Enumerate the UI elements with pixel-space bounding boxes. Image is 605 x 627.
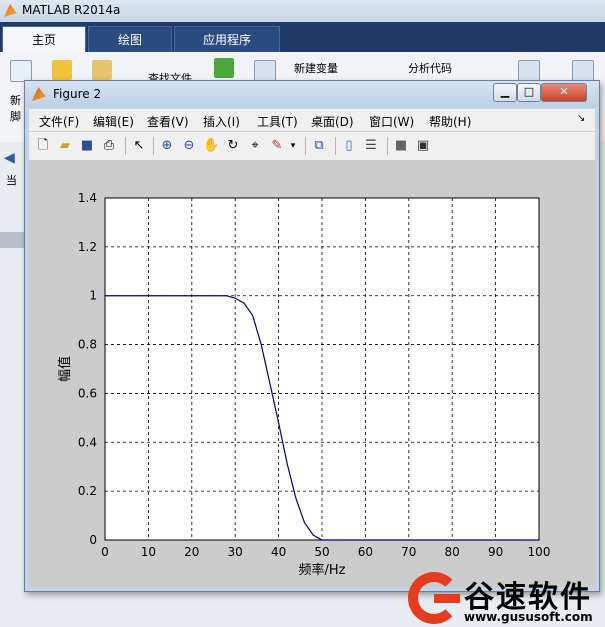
- close-button[interactable]: ✕: [541, 83, 587, 102]
- y-axis-label: 幅值: [57, 356, 73, 382]
- tab-apps[interactable]: 应用程序: [174, 26, 280, 53]
- figure-window: Figure 2 ▁ □ ✕ 文件(F) 编辑(E) 查看(V) 插入(I) 工…: [24, 80, 600, 592]
- rotate-3d-icon[interactable]: ↻: [225, 138, 241, 154]
- x-tick-label: 90: [488, 545, 503, 559]
- y-tick-label: 0: [89, 533, 97, 547]
- figure-titlebar[interactable]: Figure 2 ▁ □ ✕: [25, 81, 599, 107]
- new-figure-icon[interactable]: 🗋: [35, 138, 51, 154]
- back-arrow-icon[interactable]: ◀: [4, 150, 15, 166]
- matlab-logo-icon: [32, 87, 46, 101]
- menu-edit[interactable]: 编辑(E): [93, 113, 134, 130]
- figure-toolbar: 🗋 ▰ ■ ⎙ ↖ ⊕ ⊖ ✋ ↻ ⌖ ✎ ▾ ⧉ ▯ ☰ ■ ▣: [29, 132, 595, 161]
- ribbon-script-label: 脚: [10, 110, 21, 123]
- x-tick-label: 0: [101, 545, 109, 559]
- current-folder-label: 当: [6, 174, 17, 187]
- tab-home[interactable]: 主页: [2, 26, 86, 53]
- legend-icon[interactable]: ☰: [363, 138, 379, 154]
- preferences-icon[interactable]: [572, 60, 594, 82]
- x-tick-label: 30: [228, 545, 243, 559]
- watermark-logo: 谷速软件 www.gususoft.com: [408, 570, 605, 627]
- matlab-logo-icon: [4, 4, 17, 17]
- zoom-in-icon[interactable]: ⊕: [159, 138, 175, 154]
- y-tick-label: 0.4: [78, 435, 97, 449]
- x-tick-label: 80: [445, 545, 460, 559]
- x-tick-label: 10: [141, 545, 156, 559]
- toolbar-separator: [153, 137, 154, 155]
- menu-view[interactable]: 查看(V): [147, 113, 189, 130]
- menu-help[interactable]: 帮助(H): [429, 113, 471, 130]
- new-icon[interactable]: [52, 60, 72, 80]
- y-tick-label: 0.6: [78, 386, 97, 400]
- x-axis-label: 频率/Hz: [299, 562, 346, 578]
- matlab-titlebar: MATLAB R2014a: [0, 0, 605, 23]
- figure-menubar: 文件(F) 编辑(E) 查看(V) 插入(I) 工具(T) 桌面(D) 窗口(W…: [29, 109, 595, 132]
- save-icon[interactable]: ■: [79, 138, 95, 154]
- y-tick-label: 1.4: [78, 191, 97, 205]
- x-tick-label: 40: [271, 545, 286, 559]
- x-tick-label: 60: [358, 545, 373, 559]
- x-tick-label: 20: [184, 545, 199, 559]
- import-data-icon[interactable]: [214, 58, 234, 78]
- maximize-button[interactable]: □: [517, 83, 541, 102]
- brush-icon[interactable]: ✎: [269, 138, 285, 154]
- folder-row-selected[interactable]: [0, 232, 24, 248]
- menu-desktop[interactable]: 桌面(D): [311, 113, 354, 130]
- matlab-window-title: MATLAB R2014a: [22, 3, 121, 17]
- analyze-code-button[interactable]: 分析代码: [408, 60, 452, 76]
- watermark-url: www.gususoft.com: [464, 610, 593, 624]
- x-tick-label: 50: [314, 545, 329, 559]
- link-plot-icon[interactable]: ⧉: [311, 138, 327, 154]
- zoom-out-icon[interactable]: ⊖: [181, 138, 197, 154]
- new-variable-button[interactable]: 新建变量: [294, 60, 338, 76]
- workspace-icon[interactable]: [254, 60, 276, 82]
- show-plot-tools-icon[interactable]: ▣: [415, 138, 431, 154]
- minimize-button[interactable]: ▁: [493, 83, 517, 102]
- toolbar-separator: [125, 137, 126, 155]
- tab-plots[interactable]: 绘图: [88, 26, 172, 53]
- plot-area: 0 10 20 30 40 50 60 70 80 90 100 0 0.2 0.4 0.6 0.8 1 1.2 1…: [57, 191, 551, 578]
- ribbon-new-label: 新: [10, 94, 21, 107]
- data-cursor-icon[interactable]: ⌖: [247, 138, 263, 154]
- toolbar-separator: [305, 137, 306, 155]
- menu-tools[interactable]: 工具(T): [257, 113, 298, 130]
- colorbar-icon[interactable]: ▯: [341, 138, 357, 154]
- toolbar-separator: [335, 137, 336, 155]
- x-tick-label: 100: [528, 545, 551, 559]
- new-script-icon[interactable]: [10, 60, 32, 82]
- figure-title: Figure 2: [53, 87, 102, 101]
- x-tick-label: 70: [401, 545, 416, 559]
- menu-file[interactable]: 文件(F): [39, 113, 79, 130]
- y-tick-label: 0.8: [78, 338, 97, 352]
- matlab-tab-bar: 主页 绘图 应用程序: [0, 22, 605, 53]
- print-icon[interactable]: ⎙: [101, 138, 117, 154]
- menu-window[interactable]: 窗口(W): [369, 113, 414, 130]
- matlab-left-panel: ◀ 当: [0, 142, 25, 627]
- y-tick-label: 1.2: [78, 240, 97, 254]
- figure-canvas: 0 10 20 30 40 50 60 70 80 90 100 0 0.2 0.4 0.6 0.8 1 1.2 1…: [29, 161, 595, 587]
- y-tick-label: 0.2: [78, 484, 97, 498]
- pan-hand-icon[interactable]: ✋: [203, 138, 219, 154]
- menu-insert[interactable]: 插入(I): [203, 113, 240, 130]
- open-file-icon[interactable]: ▰: [57, 138, 73, 154]
- brand-g-bar: [434, 594, 460, 603]
- y-tick-label: 1: [89, 289, 97, 303]
- edit-plot-arrow-icon[interactable]: ↖: [131, 138, 147, 154]
- layout-icon[interactable]: [518, 60, 540, 82]
- dock-arrow-icon[interactable]: ↘: [577, 113, 585, 124]
- toolbar-separator: [387, 137, 388, 155]
- hide-plot-tools-icon[interactable]: ■: [393, 138, 409, 154]
- open-folder-icon[interactable]: [92, 60, 112, 80]
- brush-dropdown-chevron-down-icon[interactable]: ▾: [285, 138, 301, 154]
